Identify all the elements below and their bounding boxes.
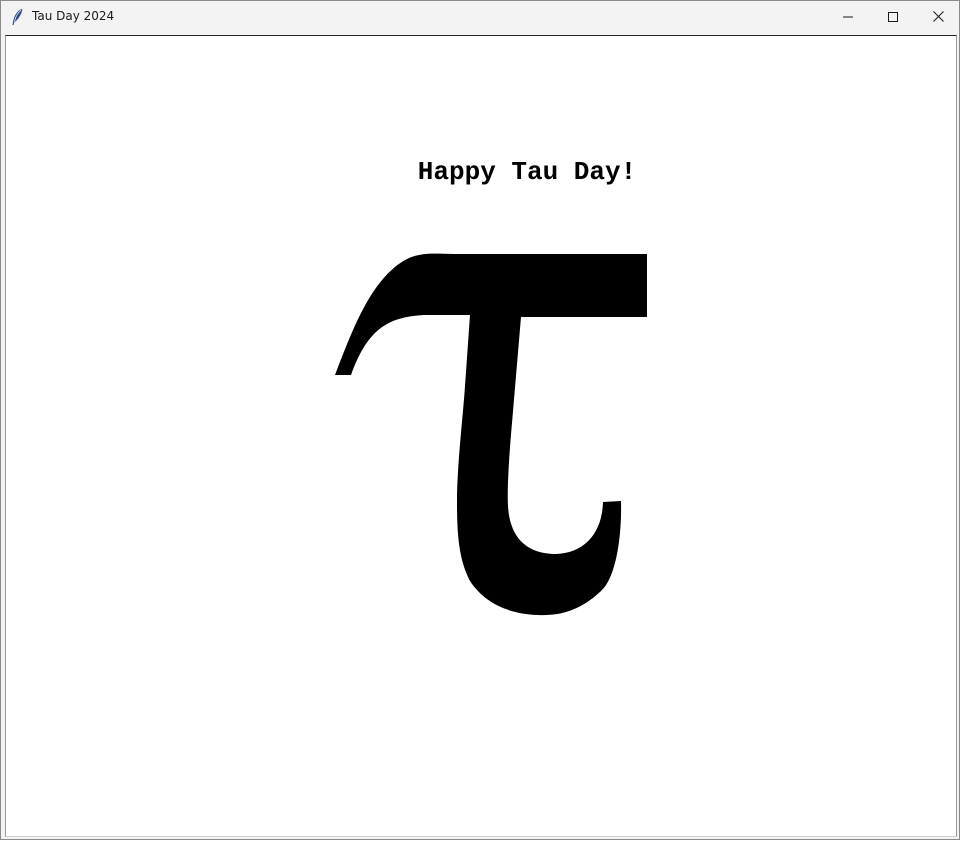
app-window: Tau Day 2024 Happy Tau Day! — [0, 0, 960, 840]
close-button[interactable] — [915, 1, 961, 32]
tau-glyph — [335, 253, 647, 616]
minimize-button[interactable] — [825, 1, 871, 32]
close-icon — [932, 7, 944, 26]
drawing-canvas[interactable]: Happy Tau Day! — [5, 35, 957, 837]
maximize-button[interactable] — [870, 1, 916, 32]
maximize-icon — [888, 7, 898, 26]
window-title: Tau Day 2024 — [32, 9, 115, 23]
minimize-icon — [843, 7, 853, 26]
title-bar[interactable]: Tau Day 2024 — [1, 1, 959, 32]
feather-icon — [10, 8, 24, 26]
tau-symbol — [335, 253, 647, 616]
